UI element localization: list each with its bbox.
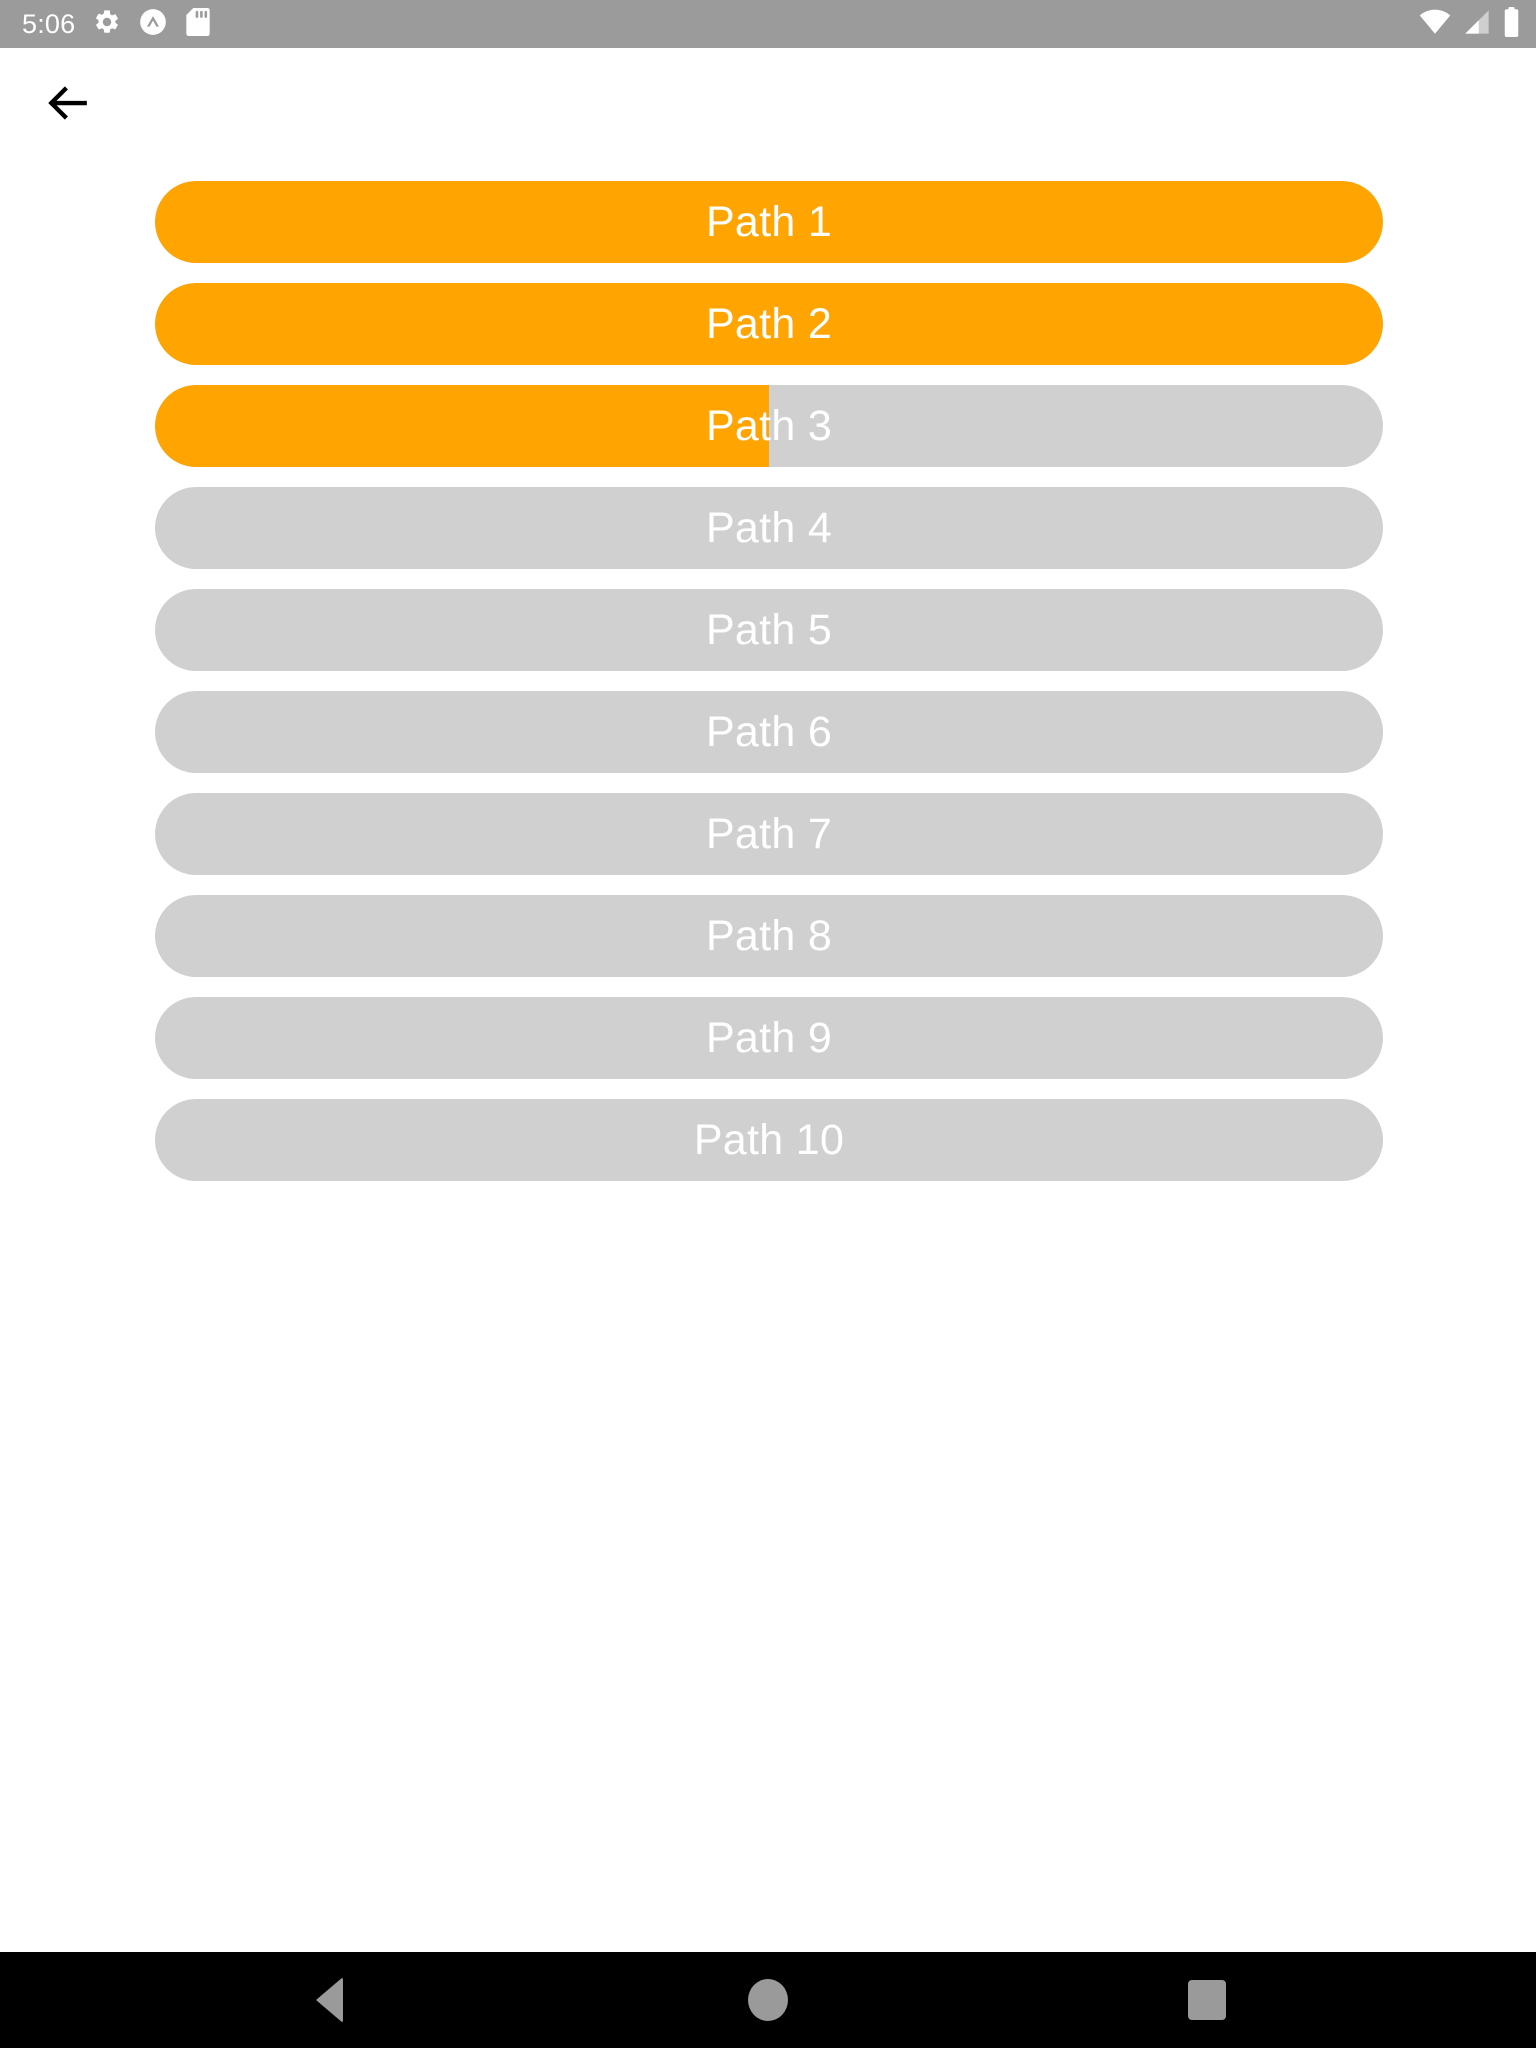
status-bar-left: 5:06 (22, 7, 211, 41)
path-progress-bar[interactable]: Path 5 (155, 589, 1383, 671)
path-label: Path 4 (705, 503, 833, 552)
app-bar (0, 48, 1536, 165)
nav-back-button[interactable] (269, 1952, 389, 2048)
path-progress-bar[interactable]: Path 2 (155, 283, 1383, 365)
path-label: Path 3 (705, 401, 833, 450)
path-label: Path 6 (705, 707, 833, 756)
path-progress-bar[interactable]: Path 1 (155, 181, 1383, 263)
arrow-back-icon (43, 78, 93, 131)
path-label: Path 8 (705, 911, 833, 960)
android-navigation-bar (0, 1952, 1536, 2048)
path-label: Path 7 (705, 809, 833, 858)
path-label: Path 5 (705, 605, 833, 654)
nav-recents-square-icon (1187, 1980, 1226, 2020)
path-progress-bar[interactable]: Path 9 (155, 997, 1383, 1079)
status-bar-right (1419, 6, 1520, 42)
cellular-signal-icon (1463, 8, 1491, 41)
path-label: Path 1 (705, 197, 833, 246)
path-label: Path 10 (693, 1115, 845, 1164)
wifi-icon (1419, 8, 1451, 41)
path-progress-list: Path 1 Path 2 Path 3 Path 4 Path 5 Path 6 Path… (155, 181, 1383, 1181)
back-button[interactable] (32, 69, 104, 141)
path-label: Path 9 (705, 1013, 833, 1062)
path-progress-fill (155, 385, 769, 467)
path-progress-bar[interactable]: Path 8 (155, 895, 1383, 977)
status-bar-clock: 5:06 (22, 8, 76, 39)
nav-back-triangle-icon (315, 1977, 343, 2023)
sd-card-icon (185, 7, 211, 41)
settings-gear-icon (93, 8, 121, 41)
path-progress-bar[interactable]: Path 7 (155, 793, 1383, 875)
path-progress-bar[interactable]: Path 3 (155, 385, 1383, 467)
nav-recents-button[interactable] (1147, 1952, 1267, 2048)
path-progress-bar[interactable]: Path 10 (155, 1099, 1383, 1181)
nav-home-circle-icon (747, 1979, 788, 2021)
path-label: Path 2 (705, 299, 833, 348)
caret-up-circle-icon (139, 8, 167, 41)
status-bar: 5:06 (0, 0, 1536, 48)
path-progress-bar[interactable]: Path 4 (155, 487, 1383, 569)
nav-home-button[interactable] (708, 1952, 828, 2048)
android-screen: 5:06 Path 1 Path 2 Path 3 Path 4 Path 5 … (0, 0, 1536, 2048)
path-progress-bar[interactable]: Path 6 (155, 691, 1383, 773)
content-area: Path 1 Path 2 Path 3 Path 4 Path 5 Path 6 Path… (0, 161, 1536, 1952)
battery-icon (1503, 6, 1520, 42)
